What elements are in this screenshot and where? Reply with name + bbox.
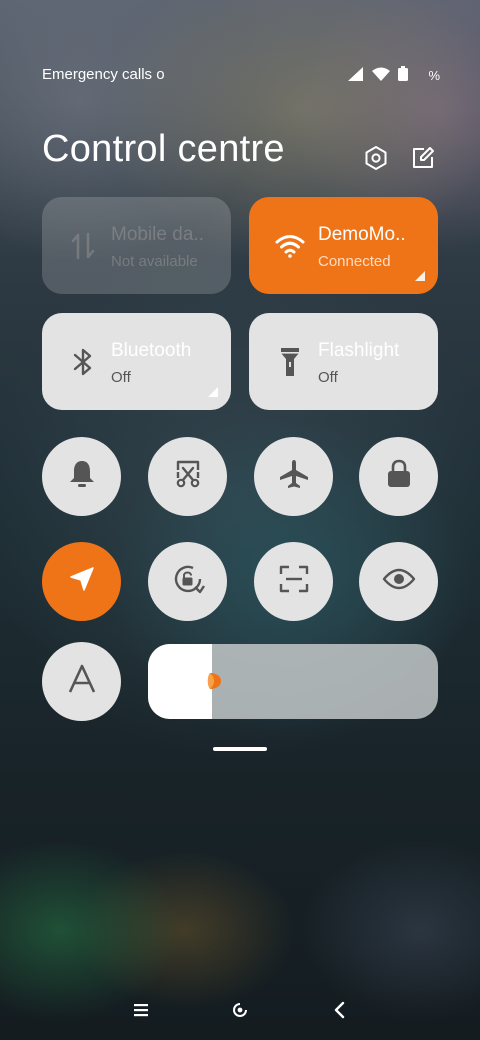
lock-icon xyxy=(385,458,413,495)
toggle-bell[interactable] xyxy=(42,437,121,516)
toggle-rotation-lock[interactable] xyxy=(148,542,227,621)
wifi-status: Connected xyxy=(318,253,391,270)
expand-corner-icon[interactable] xyxy=(415,271,425,281)
toggle-screenshot[interactable] xyxy=(148,437,227,516)
page-title: Control centre xyxy=(42,128,285,170)
toggle-lock[interactable] xyxy=(359,437,438,516)
status-icons: % xyxy=(348,66,440,85)
expand-corner-icon[interactable] xyxy=(208,387,218,397)
bluetooth-status: Off xyxy=(111,369,131,386)
eye-icon xyxy=(382,567,416,596)
toggle-auto-brightness[interactable] xyxy=(42,642,121,721)
hexagon-settings-icon xyxy=(363,145,389,176)
edit-button[interactable] xyxy=(409,146,437,174)
edit-icon xyxy=(410,145,436,176)
battery-percent: % xyxy=(428,68,440,83)
drag-handle[interactable] xyxy=(213,747,267,751)
location-icon xyxy=(68,565,96,598)
emergency-calls-text: Emergency calls o xyxy=(42,66,165,83)
toggle-scanner[interactable] xyxy=(254,542,333,621)
signal-icon xyxy=(348,66,364,85)
rotation-lock-icon xyxy=(171,562,205,601)
airplane-icon xyxy=(278,458,310,495)
back-button[interactable] xyxy=(326,998,354,1026)
brightness-slider[interactable] xyxy=(148,644,438,719)
toggle-airplane[interactable] xyxy=(254,437,333,516)
brightness-fill xyxy=(148,644,212,719)
wifi-network-label: DemoMo.. xyxy=(318,224,406,245)
bluetooth-label: Bluetooth xyxy=(111,340,192,361)
flashlight-icon xyxy=(275,347,305,377)
status-bar: Emergency calls o % xyxy=(42,66,440,88)
wifi-status-icon xyxy=(372,67,391,85)
mobile-data-tile[interactable]: Mobile da.. Not available xyxy=(42,197,231,294)
toggle-location[interactable] xyxy=(42,542,121,621)
back-icon xyxy=(333,1001,347,1024)
settings-button[interactable] xyxy=(362,145,390,176)
battery-icon xyxy=(398,66,409,85)
bluetooth-tile[interactable]: Bluetooth Off xyxy=(42,313,231,410)
toggle-reading-mode[interactable] xyxy=(359,542,438,621)
wifi-icon xyxy=(275,231,305,261)
flashlight-label: Flashlight xyxy=(318,340,400,361)
mobile-data-label: Mobile da.. xyxy=(111,224,204,245)
wifi-tile[interactable]: DemoMo.. Connected xyxy=(249,197,438,294)
bell-icon xyxy=(68,459,96,494)
font-a-icon xyxy=(67,664,97,699)
flashlight-tile[interactable]: Flashlight Off xyxy=(249,313,438,410)
menu-button[interactable] xyxy=(127,998,155,1026)
bluetooth-icon xyxy=(68,347,98,377)
brightness-icon xyxy=(206,672,222,690)
screenshot-icon xyxy=(172,458,204,495)
data-arrows-icon xyxy=(68,231,98,261)
menu-icon xyxy=(133,1003,149,1022)
home-button[interactable] xyxy=(226,998,254,1026)
home-icon xyxy=(231,1001,249,1024)
mobile-data-status: Not available xyxy=(111,253,198,270)
scanner-icon xyxy=(278,564,310,599)
flashlight-status: Off xyxy=(318,369,338,386)
